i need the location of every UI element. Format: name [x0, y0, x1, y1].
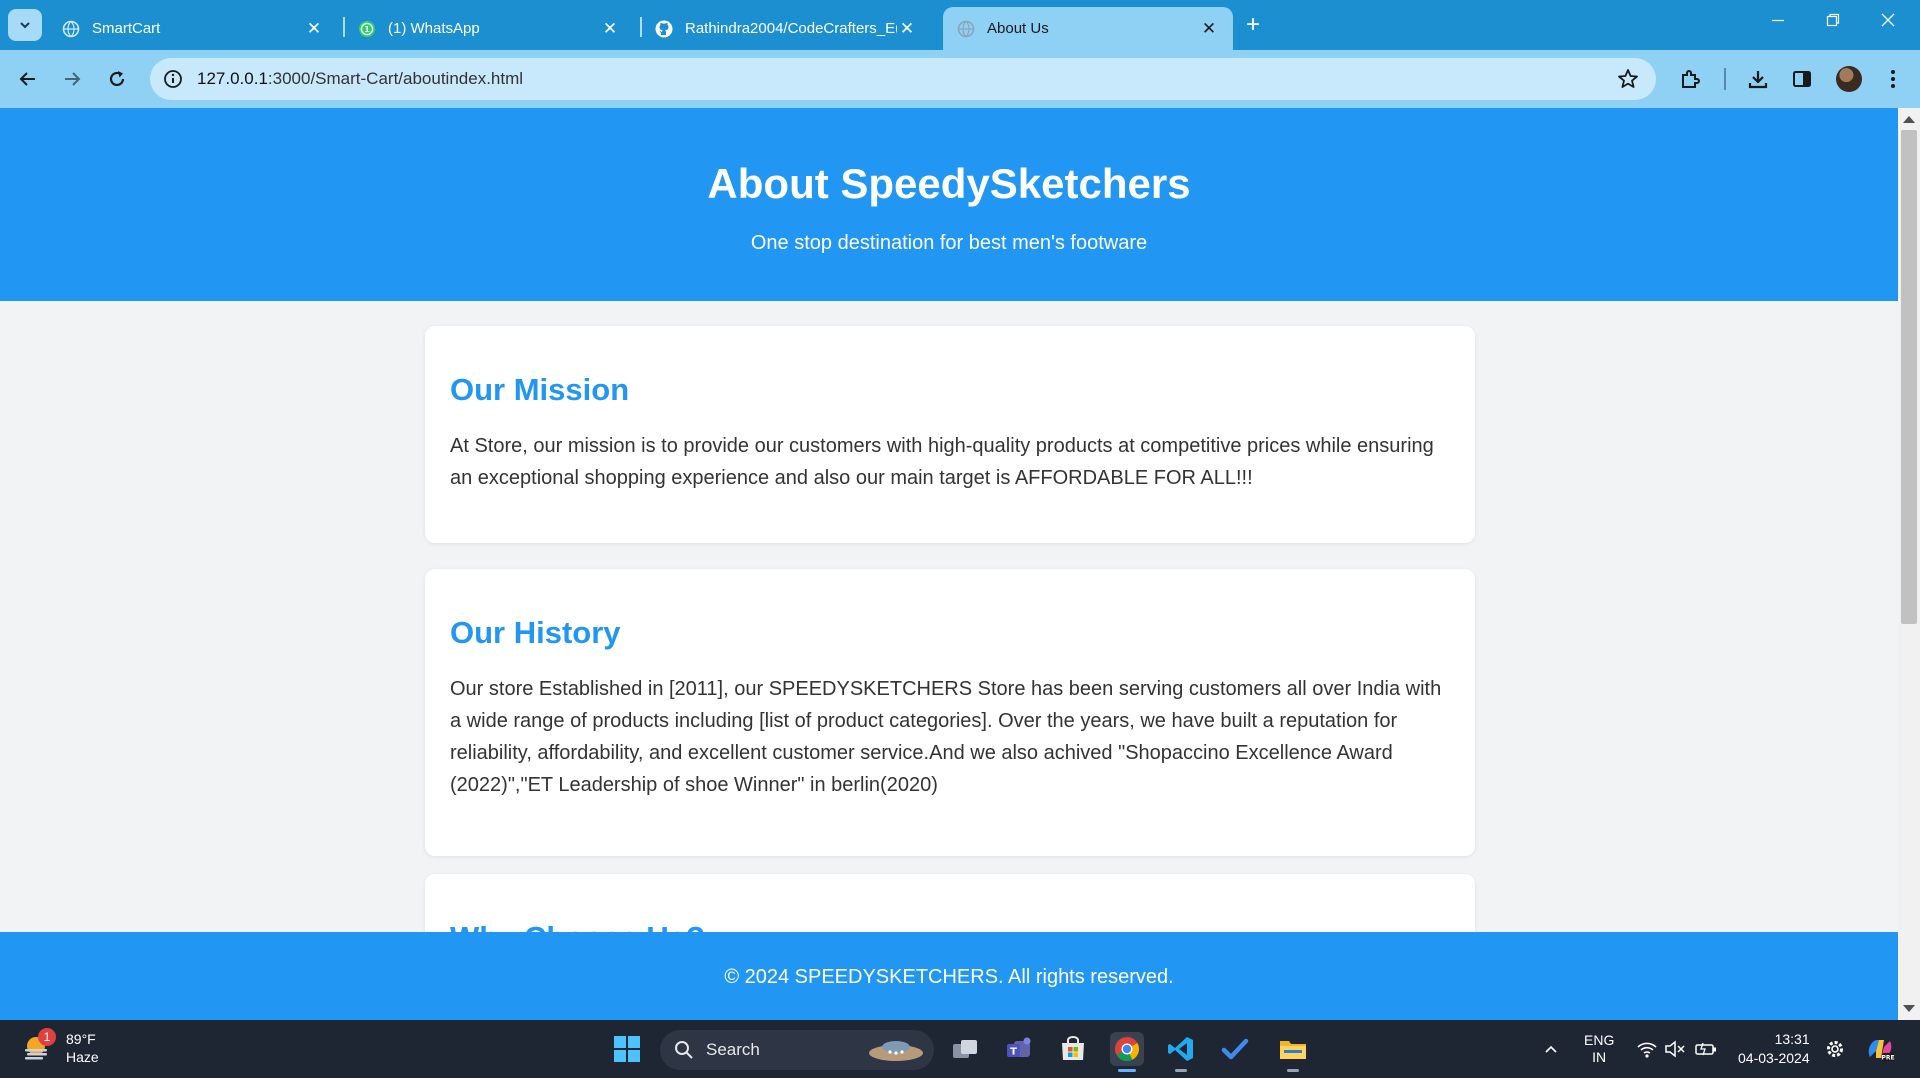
svg-text:T: T [1010, 1047, 1017, 1058]
chrome-icon[interactable] [1110, 1032, 1144, 1072]
section-body: Our store Established in [2011], our SPE… [450, 678, 1442, 796]
clock-time: 13:31 [1774, 1031, 1810, 1047]
tab-title: Rathindra2004/CodeCrafters_E( [685, 20, 897, 37]
browser-toolbar: 127.0.0.1:3000/Smart-Cart/aboutindex.htm… [0, 50, 1920, 108]
search-icon [675, 1041, 693, 1059]
taskbar-search[interactable]: Search [660, 1030, 934, 1070]
tab-whatsapp[interactable]: 1 (1) WhatsApp ✕ [344, 7, 634, 50]
scrollbar-thumb[interactable] [1901, 130, 1917, 624]
settings-gear-icon[interactable] [1824, 1020, 1846, 1078]
notification-badge: 1 [38, 1028, 56, 1046]
tab-about-us[interactable]: About Us ✕ [943, 7, 1233, 50]
close-icon[interactable]: ✕ [897, 19, 917, 39]
wifi-icon[interactable] [1636, 1020, 1658, 1078]
close-window-icon[interactable] [1880, 12, 1896, 33]
page-title: About SpeedySketchers [707, 160, 1191, 207]
battery-icon[interactable] [1694, 1020, 1718, 1078]
url-host: 127.0.0.1 [197, 69, 268, 88]
whatsapp-icon: 1 [358, 20, 376, 38]
bookmark-star-icon[interactable] [1616, 67, 1640, 91]
weather-temperature: 89°F [66, 1031, 96, 1047]
restore-icon[interactable] [1825, 12, 1841, 33]
download-icon[interactable] [1744, 65, 1772, 93]
profile-avatar[interactable] [1836, 66, 1862, 92]
weather-widget[interactable]: 1 89°F Haze [22, 1028, 99, 1066]
svg-text:1: 1 [364, 24, 370, 34]
tab-strip: SmartCart ✕ 1 (1) WhatsApp ✕ Rathindra20… [0, 0, 1920, 50]
minimize-icon[interactable] [1770, 12, 1786, 33]
search-highlight-icon [869, 1041, 923, 1061]
menu-dots-icon[interactable] [1879, 65, 1907, 93]
volume-muted-icon[interactable] [1664, 1020, 1686, 1078]
hero-banner: About SpeedySketchers One stop destinati… [0, 108, 1898, 301]
forward-icon[interactable] [58, 65, 86, 93]
section-body: At Store, our mission is to provide our … [450, 435, 1434, 489]
site-info-icon[interactable] [162, 68, 184, 90]
close-icon[interactable]: ✕ [1199, 19, 1219, 39]
mission-card: Our Mission At Store, our mission is to … [425, 326, 1475, 543]
tab-smartcart[interactable]: SmartCart ✕ [48, 7, 338, 50]
new-tab-button[interactable]: + [1246, 13, 1260, 37]
language-indicator[interactable]: ENG IN [1584, 1020, 1614, 1078]
windows-taskbar: 1 89°F Haze Search T ENG IN 13:31 04-03-… [0, 1020, 1920, 1078]
github-icon [655, 20, 673, 38]
open-indicator [1287, 1069, 1299, 1072]
tab-search-button[interactable] [8, 9, 42, 41]
section-heading: Our History [450, 615, 621, 650]
teams-icon[interactable]: T [1002, 1032, 1036, 1066]
copyright-text: © 2024 SPEEDYSKETCHERS. All rights reser… [724, 966, 1174, 988]
microsoft-store-icon[interactable] [1056, 1032, 1090, 1066]
clock[interactable]: 13:31 04-03-2024 [1738, 1020, 1810, 1078]
svg-text:PRE: PRE [1881, 1055, 1894, 1062]
windows-start-icon[interactable] [610, 1032, 644, 1066]
back-icon[interactable] [14, 65, 42, 93]
section-heading: Our Mission [450, 372, 630, 407]
weather-haze-icon: 1 [22, 1028, 56, 1064]
copilot-icon[interactable]: PRE [1864, 1020, 1896, 1078]
page-viewport: About SpeedySketchers One stop destinati… [0, 108, 1898, 1020]
tab-title: About Us [987, 20, 1049, 37]
history-card: Our History Our store Established in [20… [425, 569, 1475, 856]
search-label: Search [706, 1040, 760, 1059]
page-footer: © 2024 SPEEDYSKETCHERS. All rights reser… [0, 932, 1898, 1020]
address-bar[interactable]: 127.0.0.1:3000/Smart-Cart/aboutindex.htm… [150, 58, 1656, 100]
url-path: :3000/Smart-Cart/aboutindex.html [267, 69, 524, 88]
active-indicator [1118, 1069, 1136, 1072]
extensions-icon[interactable] [1676, 65, 1704, 93]
url-text[interactable]: 127.0.0.1:3000/Smart-Cart/aboutindex.htm… [197, 69, 523, 89]
open-indicator [1175, 1069, 1187, 1072]
tray-overflow-icon[interactable] [1543, 1020, 1559, 1078]
clock-date: 04-03-2024 [1738, 1050, 1810, 1066]
toolbar-divider [1724, 68, 1726, 90]
tab-title: (1) WhatsApp [388, 20, 480, 37]
close-icon[interactable]: ✕ [600, 19, 620, 39]
scroll-up-arrow[interactable] [1903, 116, 1915, 123]
globe-icon [62, 20, 80, 38]
vscode-icon[interactable] [1164, 1032, 1198, 1072]
tab-title: SmartCart [92, 20, 161, 37]
tab-github[interactable]: Rathindra2004/CodeCrafters_E( ✕ [641, 7, 931, 50]
side-panel-icon[interactable] [1788, 65, 1816, 93]
weather-condition: Haze [66, 1049, 99, 1065]
file-explorer-icon[interactable] [1276, 1032, 1310, 1072]
reload-icon[interactable] [103, 65, 131, 93]
todo-check-icon[interactable] [1218, 1032, 1252, 1066]
page-scrollbar[interactable] [1898, 108, 1920, 1020]
globe-icon [957, 20, 975, 38]
language-code: ENG [1584, 1032, 1615, 1048]
region-code: IN [1592, 1049, 1607, 1065]
chevron-down-icon [20, 22, 30, 29]
close-icon[interactable]: ✕ [304, 19, 324, 39]
scroll-down-arrow[interactable] [1903, 1005, 1915, 1012]
task-view-icon[interactable] [948, 1032, 982, 1066]
page-subtitle: One stop destination for best men's foot… [750, 232, 1148, 254]
